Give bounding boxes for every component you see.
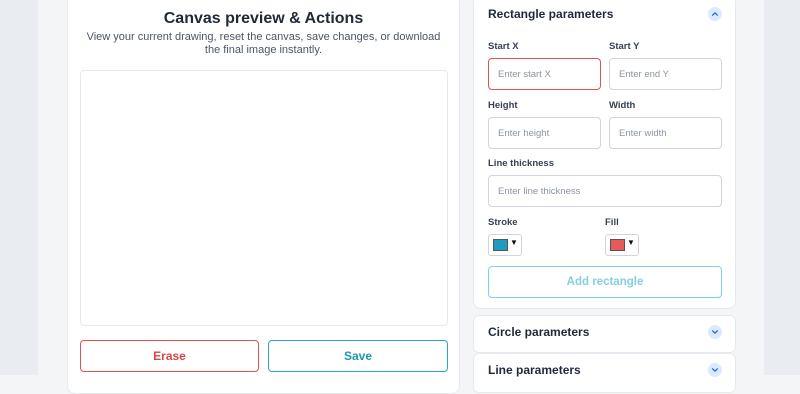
width-label: Width <box>609 100 636 111</box>
canvas-title: Canvas preview & Actions <box>163 10 364 27</box>
start-y-input[interactable] <box>609 58 722 90</box>
start-x-input[interactable] <box>488 58 601 90</box>
page-margin-right <box>764 0 800 375</box>
line-parameters-panel[interactable]: Line parameters <box>473 353 736 393</box>
circle-parameters-title: Circle parameters <box>488 325 590 339</box>
fill-color-picker[interactable]: ▼ <box>605 234 639 256</box>
caret-down-icon: ▼ <box>510 238 518 247</box>
height-input[interactable] <box>488 117 601 149</box>
rectangle-parameters-panel: Rectangle parameters Start X Start Y Hei… <box>473 0 736 309</box>
fill-color-swatch <box>610 239 625 251</box>
canvas-subtitle: View your current drawing, reset the can… <box>86 31 441 56</box>
circle-parameters-panel[interactable]: Circle parameters <box>473 315 736 353</box>
stroke-label: Stroke <box>488 217 518 228</box>
page-margin-left <box>0 0 38 375</box>
width-input[interactable] <box>609 117 722 149</box>
rectangle-parameters-title: Rectangle parameters <box>488 7 614 21</box>
add-rectangle-button[interactable]: Add rectangle <box>488 266 722 298</box>
start-x-label: Start X <box>488 41 519 52</box>
height-label: Height <box>488 100 518 111</box>
erase-button[interactable]: Erase <box>80 340 259 372</box>
fill-label: Fill <box>605 217 619 228</box>
drawing-canvas[interactable] <box>80 70 448 326</box>
start-y-label: Start Y <box>609 41 640 52</box>
line-thickness-label: Line thickness <box>488 158 554 169</box>
canvas-preview-card: Canvas preview & Actions View your curre… <box>67 0 460 394</box>
chevron-down-icon[interactable] <box>708 325 722 339</box>
rectangle-parameters-header[interactable]: Rectangle parameters <box>488 7 721 21</box>
save-button[interactable]: Save <box>268 340 448 372</box>
chevron-up-icon[interactable] <box>708 7 722 21</box>
stroke-color-swatch <box>493 239 508 251</box>
caret-down-icon: ▼ <box>627 238 635 247</box>
line-thickness-input[interactable] <box>488 175 722 207</box>
stroke-color-picker[interactable]: ▼ <box>488 234 522 256</box>
